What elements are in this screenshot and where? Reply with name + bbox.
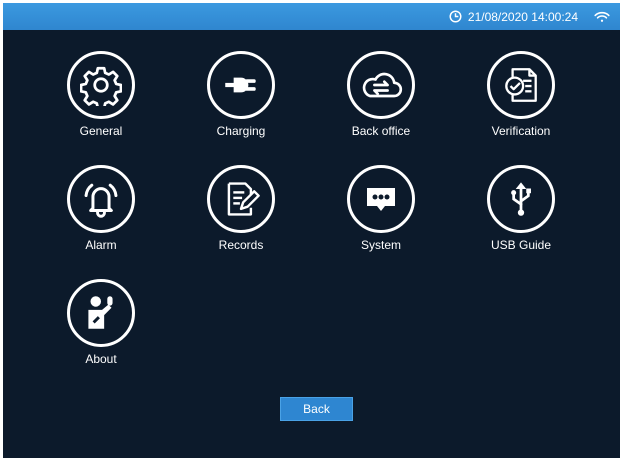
menu-label-verification: Verification [491, 124, 551, 138]
cloud-sync-icon [347, 51, 415, 119]
menu-label-alarm: Alarm [85, 238, 117, 252]
menu-label-back-office: Back office [351, 124, 411, 138]
checked-document-icon [487, 51, 555, 119]
person-info-icon [67, 279, 135, 347]
status-bar: 21/08/2020 14:00:24 [3, 3, 620, 30]
menu-tile-system[interactable]: System [326, 165, 436, 257]
document-edit-icon [207, 165, 275, 233]
settings-screen: 21/08/2020 14:00:24 General Charging Bac… [3, 3, 620, 458]
menu-label-system: System [360, 238, 401, 252]
menu-tile-usb-guide[interactable]: USB Guide [466, 165, 576, 257]
usb-icon [487, 165, 555, 233]
menu-label-about: About [85, 352, 117, 366]
wifi-icon [594, 11, 610, 23]
clock-icon [449, 10, 462, 23]
status-area: 21/08/2020 14:00:24 [449, 3, 610, 30]
menu-label-general: General [79, 124, 123, 138]
menu-tile-records[interactable]: Records [186, 165, 296, 257]
menu-tile-charging[interactable]: Charging [186, 51, 296, 143]
gear-icon [67, 51, 135, 119]
menu-tile-general[interactable]: General [46, 51, 156, 143]
menu-tile-about[interactable]: About [46, 279, 156, 371]
back-button[interactable]: Back [280, 397, 353, 421]
menu-label-usb-guide: USB Guide [490, 238, 552, 252]
menu-label-charging: Charging [216, 124, 266, 138]
menu-tile-back-office[interactable]: Back office [326, 51, 436, 143]
menu-tile-verification[interactable]: Verification [466, 51, 576, 143]
datetime-text: 21/08/2020 14:00:24 [467, 9, 578, 24]
menu-tile-alarm[interactable]: Alarm [46, 165, 156, 257]
bell-icon [67, 165, 135, 233]
plug-icon [207, 51, 275, 119]
chat-bubble-icon [347, 165, 415, 233]
menu-label-records: Records [218, 238, 264, 252]
